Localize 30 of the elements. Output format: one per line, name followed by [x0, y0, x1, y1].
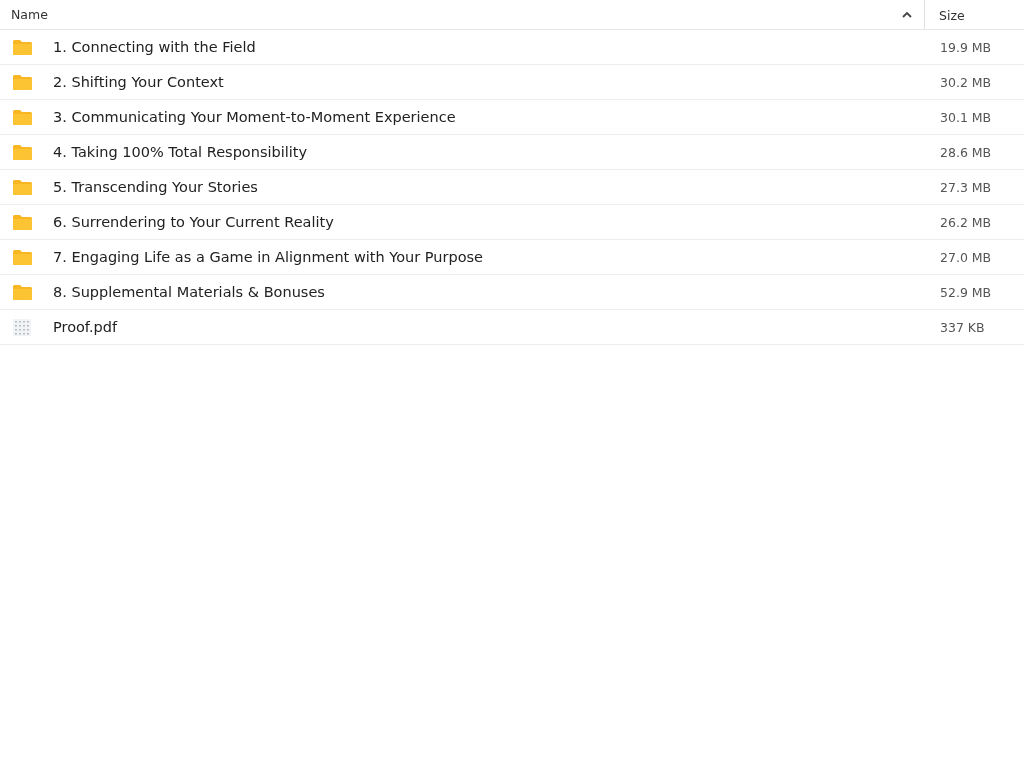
file-name[interactable]: 3. Communicating Your Moment-to-Moment Experience — [53, 109, 925, 125]
file-name[interactable]: 5. Transcending Your Stories — [53, 179, 925, 195]
file-name[interactable]: 1. Connecting with the Field — [53, 39, 925, 55]
file-name[interactable]: 6. Surrendering to Your Current Reality — [53, 214, 925, 230]
file-size: 52.9 MB — [939, 284, 992, 300]
folder-icon — [12, 283, 33, 301]
file-name[interactable]: 4. Taking 100% Total Responsibility — [53, 144, 925, 160]
file-size: 19.9 MB — [939, 39, 992, 55]
sort-chevron-icon[interactable] — [902, 11, 912, 18]
folder-icon — [12, 38, 33, 56]
folder-icon — [12, 108, 33, 126]
document-icon — [12, 317, 32, 337]
file-name[interactable]: 8. Supplemental Materials & Bonuses — [53, 284, 925, 300]
file-name[interactable]: 7. Engaging Life as a Game in Alignment with Your Purpose — [53, 249, 925, 265]
column-header[interactable]: Size — [939, 8, 965, 23]
file-size: 30.2 MB — [939, 74, 992, 90]
file-size: 27.0 MB — [939, 249, 992, 265]
folder-icon — [12, 143, 33, 161]
file-size: 28.6 MB — [939, 144, 992, 160]
file-size: 337 KB — [939, 319, 985, 335]
file-size: 30.1 MB — [939, 109, 992, 125]
folder-icon — [12, 248, 33, 266]
file-name[interactable]: Proof.pdf — [53, 319, 925, 335]
file-name[interactable]: 2. Shifting Your Context — [53, 74, 925, 90]
folder-icon — [12, 73, 33, 91]
column-header[interactable]: Name — [11, 7, 48, 22]
folder-icon — [12, 213, 33, 231]
folder-icon — [12, 178, 33, 196]
file-size: 27.3 MB — [939, 179, 992, 195]
file-size: 26.2 MB — [939, 214, 992, 230]
